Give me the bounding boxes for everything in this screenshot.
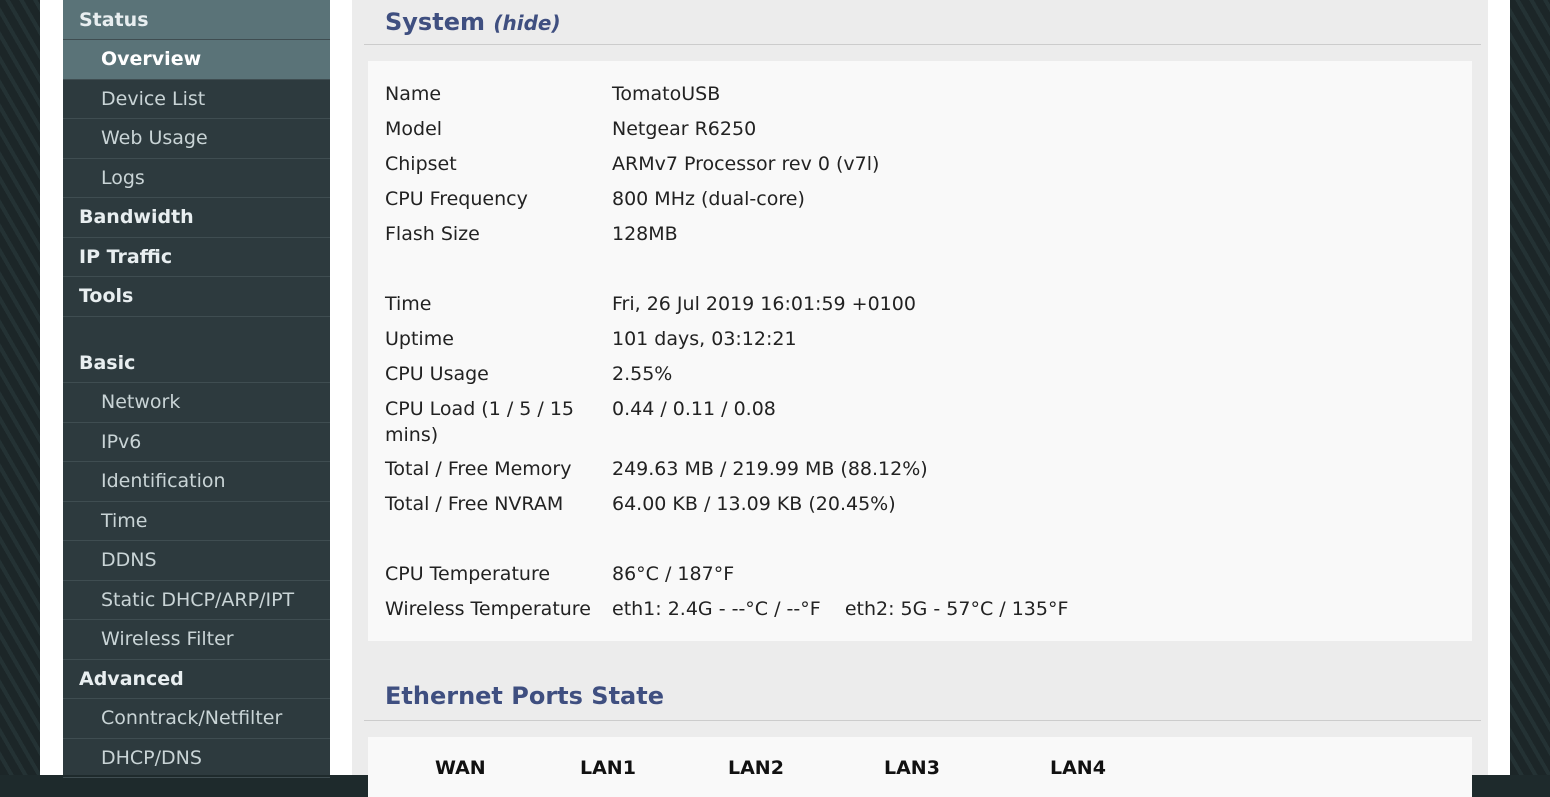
table-row: CPU Usage 2.55% <box>368 361 1068 396</box>
spacer <box>368 526 1068 561</box>
table-row: Total / Free NVRAM 64.00 KB / 13.09 KB (2… <box>368 491 1068 526</box>
row-value: 101 days, 03:12:21 <box>612 328 797 350</box>
section-title-ethernet: Ethernet Ports State <box>364 676 1481 721</box>
row-value: Fri, 26 Jul 2019 16:01:59 +0100 <box>612 293 916 315</box>
sidebar-item-status[interactable]: Status <box>63 0 330 40</box>
row-value: 800 MHz (dual-core) <box>612 188 805 210</box>
section-title-system: System (hide) <box>364 0 1481 45</box>
row-value: 2.55% <box>612 363 673 385</box>
table-row: Name TomatoUSB <box>368 81 1068 116</box>
table-row: Uptime 101 days, 03:12:21 <box>368 326 1068 361</box>
row-value: 86°C / 187°F <box>612 563 735 585</box>
sidebar-item-advanced[interactable]: Advanced <box>63 660 330 699</box>
sidebar-item-time[interactable]: Time <box>63 502 330 541</box>
sidebar-item-device-list[interactable]: Device List <box>63 80 330 119</box>
row-label: CPU Frequency <box>385 188 528 210</box>
sidebar-item-ipv6[interactable]: IPv6 <box>63 423 330 462</box>
row-label: CPU Temperature <box>385 563 551 585</box>
table-row: Wireless Temperature eth1: 2.4G - --°C / … <box>368 596 1068 631</box>
sidebar-item-bandwidth[interactable]: Bandwidth <box>63 198 330 238</box>
row-value: eth1: 2.4G - --°C / --°F eth2: 5G - 57°C… <box>612 598 1069 620</box>
row-label: Total / Free NVRAM <box>385 493 564 515</box>
port-label-lan2: LAN2 <box>728 757 784 779</box>
main-content: System (hide) Name TomatoUSB Model Netgear … <box>352 0 1488 797</box>
port-label-wan: WAN <box>435 757 486 779</box>
sidebar-item-dhcp-dns[interactable]: DHCP/DNS <box>63 739 330 778</box>
sidebar-item-basic[interactable]: Basic <box>63 344 330 383</box>
port-label-lan3: LAN3 <box>884 757 940 779</box>
row-label: Wireless Temperature <box>385 598 591 620</box>
sidebar-item-static-dhcp-arp-ipt[interactable]: Static DHCP/ARP/IPT <box>63 581 330 620</box>
row-value: 64.00 KB / 13.09 KB (20.45%) <box>612 493 896 515</box>
table-row: CPU Frequency 800 MHz (dual-core) <box>368 186 1068 221</box>
ethernet-box: WAN LAN1 LAN2 LAN3 LAN4 <box>368 737 1472 797</box>
row-value: 0.44 / 0.11 / 0.08 <box>612 398 776 420</box>
table-row: CPU Temperature 86°C / 187°F <box>368 561 1068 596</box>
sidebar-item-overview[interactable]: Overview <box>63 40 330 80</box>
port-label-lan4: LAN4 <box>1050 757 1106 779</box>
row-label: Flash Size <box>385 223 480 245</box>
ethernet-section: Ethernet Ports State WAN LAN1 LAN2 LAN3 LAN4 <box>352 676 1488 797</box>
table-row: Flash Size 128MB <box>368 221 1068 256</box>
row-label: Model <box>385 118 443 140</box>
sidebar-item-wireless-filter[interactable]: Wireless Filter <box>63 620 330 660</box>
row-value: TomatoUSB <box>612 83 721 105</box>
system-table: Name TomatoUSB Model Netgear R6250 Chipset AR… <box>368 81 1068 631</box>
page: Status Overview Device List Web Usage Logs Ba… <box>40 0 1510 797</box>
system-box: Name TomatoUSB Model Netgear R6250 Chipset AR… <box>368 61 1472 641</box>
spacer <box>368 256 1068 291</box>
row-label: Uptime <box>385 328 454 350</box>
table-row: CPU Load (1 / 5 / 15 mins) 0.44 / 0.11 / … <box>368 396 1068 456</box>
row-value: Netgear R6250 <box>612 118 757 140</box>
row-value: 128MB <box>612 223 678 245</box>
table-row: Model Netgear R6250 <box>368 116 1068 151</box>
sidebar-item-logs[interactable]: Logs <box>63 159 330 198</box>
ports-row: WAN LAN1 LAN2 LAN3 LAN4 <box>368 737 1472 779</box>
background-pattern <box>1510 0 1550 775</box>
port-label-lan1: LAN1 <box>580 757 636 779</box>
sidebar-item-network[interactable]: Network <box>63 383 330 423</box>
row-label: Time <box>385 293 432 315</box>
table-row: Time Fri, 26 Jul 2019 16:01:59 +0100 <box>368 291 1068 326</box>
row-value: ARMv7 Processor rev 0 (v7l) <box>612 153 880 175</box>
row-label: Name <box>385 83 442 105</box>
sidebar-item-identification[interactable]: Identification <box>63 462 330 502</box>
row-label: Total / Free Memory <box>385 458 572 480</box>
sidebar-item-ip-traffic[interactable]: IP Traffic <box>63 238 330 277</box>
title-text: System <box>385 8 485 36</box>
sidebar-item-ddns[interactable]: DDNS <box>63 541 330 581</box>
sidebar-item-web-usage[interactable]: Web Usage <box>63 119 330 159</box>
row-value: 249.63 MB / 219.99 MB (88.12%) <box>612 458 928 480</box>
spacer-row <box>368 526 1068 561</box>
spacer-row <box>368 256 1068 291</box>
hide-link[interactable]: (hide) <box>493 11 560 35</box>
table-row: Total / Free Memory 249.63 MB / 219.99 MB… <box>368 456 1068 491</box>
sidebar: Status Overview Device List Web Usage Logs Ba… <box>63 0 330 778</box>
background-pattern <box>0 0 40 775</box>
row-label: CPU Load (1 / 5 / 15 mins) <box>385 398 575 446</box>
sidebar-item-tools[interactable]: Tools <box>63 277 330 317</box>
sidebar-item-conntrack-netfilter[interactable]: Conntrack/Netfilter <box>63 699 330 739</box>
table-row: Chipset ARMv7 Processor rev 0 (v7l) <box>368 151 1068 186</box>
row-label: Chipset <box>385 153 457 175</box>
row-label: CPU Usage <box>385 363 489 385</box>
